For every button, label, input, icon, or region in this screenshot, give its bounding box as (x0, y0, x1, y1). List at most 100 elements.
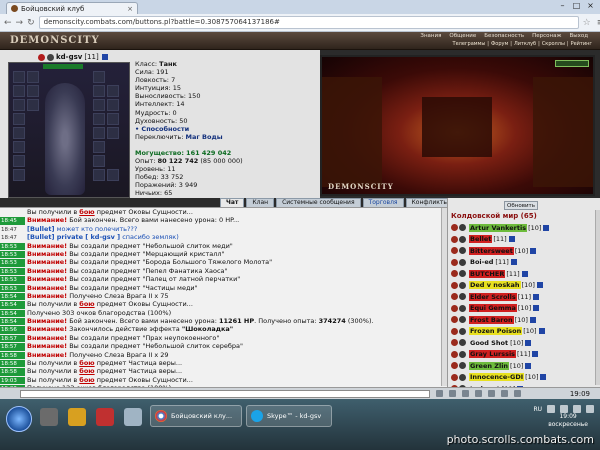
equip-slot[interactable] (107, 113, 119, 125)
user-info-icon[interactable] (530, 247, 537, 254)
chat-timestamp[interactable]: 18:54 (0, 292, 25, 301)
battle-link[interactable]: бою (79, 367, 94, 375)
chat-timestamp[interactable]: 18:58 (0, 351, 25, 360)
tab-close-icon[interactable]: × (127, 5, 133, 13)
equip-slot[interactable] (13, 113, 25, 125)
equip-slot[interactable] (93, 85, 105, 97)
equip-slot[interactable] (93, 99, 105, 111)
equip-slot[interactable] (93, 169, 105, 181)
taskbar-window-skype[interactable]: Skype™ - kd-gsv (246, 405, 332, 427)
nav-knowledge[interactable]: Знания (420, 33, 441, 39)
equip-slot[interactable] (93, 127, 105, 139)
chat-timestamp[interactable]: 18:53 (0, 267, 25, 276)
chat-timestamp[interactable]: 18:53 (0, 259, 25, 267)
chat-input[interactable] (20, 389, 430, 398)
language-indicator[interactable]: RU (533, 406, 542, 413)
nav-communication[interactable]: Общение (449, 33, 476, 39)
chat-timestamp[interactable]: 18:58 (0, 368, 25, 376)
equip-slot[interactable] (13, 71, 25, 83)
start-button[interactable] (6, 406, 32, 432)
nav-litclub[interactable]: Литклуб (514, 41, 536, 47)
equip-slot[interactable] (107, 99, 119, 111)
user-name[interactable]: Gray Lurssis (469, 350, 517, 359)
equip-slot[interactable] (27, 99, 39, 111)
nav-telegrams[interactable]: Телеграммы (453, 41, 486, 47)
folder-icon[interactable] (124, 408, 142, 426)
smile-icon[interactable] (462, 390, 469, 397)
chat-timestamp[interactable]: 18:53 (0, 284, 25, 292)
settings-icon[interactable] (488, 390, 495, 397)
chat-timestamp[interactable]: 18:58 (0, 360, 25, 368)
chat-timestamp[interactable]: 18:53 (0, 276, 25, 284)
user-info-icon[interactable] (529, 316, 536, 323)
url-field[interactable]: demonscity.combats.com/buttons.pl?battle… (38, 16, 579, 29)
switch-link[interactable]: Маг Воды (186, 133, 223, 141)
equip-slot[interactable] (107, 169, 119, 181)
clear-icon[interactable] (449, 390, 456, 397)
chat-timestamp[interactable]: 18:47 (0, 226, 25, 233)
nav-security[interactable]: Безопасность (484, 33, 524, 39)
user-name[interactable]: Equi Gemma (469, 304, 517, 313)
user-info-icon[interactable] (525, 339, 532, 346)
equip-slot[interactable] (93, 71, 105, 83)
chat-author[interactable]: [Bullet] (27, 225, 55, 233)
chat-timestamp[interactable]: 18:54 (0, 309, 25, 318)
user-name[interactable]: Bellet (469, 235, 493, 244)
location-scene[interactable]: DEMONSCITY (320, 55, 595, 196)
user-list-scrollbar[interactable] (595, 210, 600, 385)
translit-icon[interactable] (501, 390, 508, 397)
equip-slot[interactable] (13, 169, 25, 181)
filter-icon[interactable] (475, 390, 482, 397)
back-icon[interactable]: ← (4, 18, 12, 28)
equip-slot[interactable] (13, 99, 25, 111)
user-info-icon[interactable] (525, 362, 532, 369)
refresh-button[interactable]: Обновить (504, 201, 538, 210)
taskbar-window-browser[interactable]: Бойцовский клу... (150, 405, 242, 427)
equip-slot[interactable] (93, 141, 105, 153)
chat-log[interactable]: Вы получили в бою предмет Оковы Сущности… (0, 207, 447, 387)
user-info-icon[interactable] (533, 293, 540, 300)
user-info-icon[interactable] (510, 259, 517, 266)
system-clock[interactable]: 19:09 воскресенье (548, 413, 588, 429)
close-button[interactable]: × (584, 1, 597, 11)
character-portrait[interactable] (8, 62, 130, 198)
user-name[interactable]: Green Zlin (469, 361, 510, 370)
tab-clan[interactable]: Клан (246, 198, 275, 207)
battle-link[interactable]: бою (79, 359, 94, 367)
forward-icon[interactable]: → (16, 18, 24, 28)
user-info-icon[interactable] (521, 270, 528, 277)
chat-timestamp[interactable]: 18:57 (0, 334, 25, 343)
abilities-label[interactable]: Способности (141, 125, 189, 133)
battle-link[interactable]: бою (79, 300, 94, 308)
equip-slot[interactable] (107, 85, 119, 97)
nav-rating[interactable]: Рейтинг (571, 41, 592, 47)
tray-icon[interactable] (560, 405, 568, 413)
explorer-icon[interactable] (68, 408, 86, 426)
maximize-button[interactable]: □ (570, 1, 583, 11)
equip-slot[interactable] (13, 127, 25, 139)
nav-character[interactable]: Персонаж (532, 33, 561, 39)
nav-exit[interactable]: Выход (569, 33, 588, 39)
info-icon[interactable] (101, 54, 108, 60)
user-name[interactable]: Frozen Poison (469, 327, 523, 336)
user-name[interactable]: Ded v noskah (469, 281, 521, 290)
equip-slot[interactable] (93, 155, 105, 167)
network-icon[interactable] (586, 405, 594, 413)
chat-timestamp[interactable]: 18:57 (0, 343, 25, 351)
battle-link[interactable]: бою (79, 376, 94, 384)
user-name[interactable]: Frost Baron (469, 315, 514, 324)
chat-author[interactable]: [Bullet] private [ kd-gsv ] (27, 233, 120, 241)
chat-timestamp[interactable]: 18:54 (0, 301, 25, 309)
reload-icon[interactable]: ↻ (27, 18, 35, 28)
equip-slot[interactable] (93, 113, 105, 125)
battle-link[interactable]: бою (79, 208, 94, 216)
chat-timestamp[interactable]: 18:54 (0, 318, 25, 326)
chat-timestamp[interactable]: 18:53 (0, 250, 25, 259)
nav-scrolls[interactable]: Скроллы (542, 41, 565, 47)
tab-chat[interactable]: Чат (220, 198, 245, 207)
abilities-link[interactable]: Способности (135, 125, 315, 133)
equip-slot[interactable] (13, 85, 25, 97)
chat-timestamp[interactable]: 18:53 (0, 242, 25, 250)
user-info-icon[interactable] (533, 305, 540, 312)
equip-slot[interactable] (13, 155, 25, 167)
